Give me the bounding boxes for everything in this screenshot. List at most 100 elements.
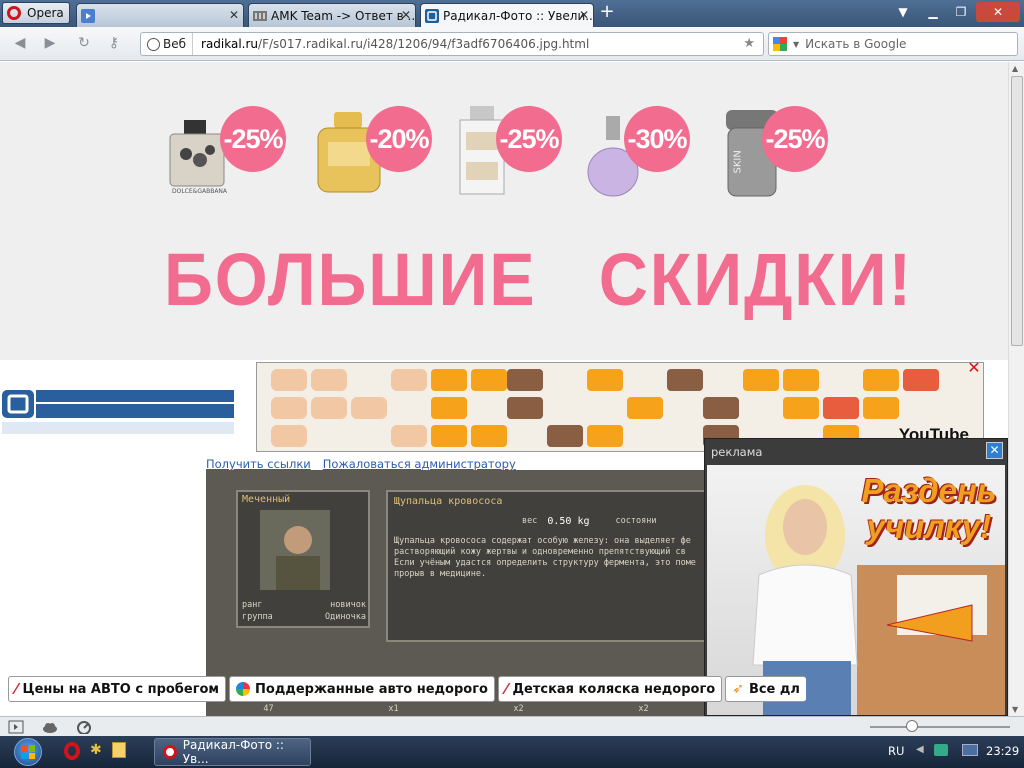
- tab-speed-dial[interactable]: ✕: [76, 3, 244, 27]
- minimize-button[interactable]: ▁: [920, 2, 946, 22]
- panel-toggle-icon[interactable]: [8, 720, 24, 734]
- scroll-up-arrow-icon[interactable]: ▲: [1012, 64, 1018, 73]
- group-value: Одиночка: [325, 612, 366, 622]
- ad-links-bar: ⁄ Цены на АВТО с пробегом Поддержанные а…: [0, 676, 806, 704]
- banner-headline: БОЛЬШИЕ СКИДКИ!: [164, 238, 913, 321]
- counter: 47: [263, 704, 274, 714]
- start-button[interactable]: [4, 736, 54, 768]
- tab-radikal-foto[interactable]: Радикал-Фото :: Увели... ✕: [420, 3, 594, 27]
- ad-icon: ➶: [732, 681, 744, 697]
- page-content: DOLCE&GABBANA -25% -20% -25% -30% SKIN -…: [0, 62, 1008, 716]
- reload-button[interactable]: ↻: [74, 35, 94, 53]
- address-scope-label: Веб: [163, 37, 187, 51]
- navigation-toolbar: ◀ ▶ ↻ ⚷ Веб radikal.ru/F/s017.radikal.ru…: [0, 27, 1024, 61]
- back-button[interactable]: ◀: [10, 35, 30, 53]
- folder-quicklaunch-icon[interactable]: [112, 742, 126, 758]
- rank-value: новичок: [330, 600, 366, 610]
- item-description: Щупальца кровососа содержат особую желез…: [394, 536, 696, 579]
- status-bar: [0, 716, 1024, 736]
- item-panel: Щупальца кровососа вес 0.50 kg состояни …: [386, 490, 706, 642]
- report-admin-link[interactable]: Пожаловаться администратору: [323, 457, 516, 471]
- opera-menu-label: Opera: [27, 6, 64, 20]
- get-links-link[interactable]: Получить ссылки: [206, 457, 311, 471]
- popup-ad[interactable]: реклама ✕ Раздень училку!: [704, 438, 1008, 716]
- tab-menu-arrow-icon[interactable]: ▼: [890, 2, 916, 22]
- radikal-foto-logo[interactable]: [0, 384, 240, 444]
- url-domain: radikal.ru: [201, 37, 259, 51]
- rank-row: ранг новичок: [242, 600, 366, 611]
- speed-dial-icon: [81, 8, 95, 23]
- popup-close-button[interactable]: ✕: [986, 442, 1003, 459]
- opera-menu-button[interactable]: Opera: [2, 2, 70, 24]
- turbo-gauge-icon[interactable]: [76, 720, 92, 734]
- windows-flag-icon: [21, 745, 35, 759]
- search-engine-arrow-icon[interactable]: ▼: [793, 40, 799, 49]
- tab-bar: Opera ✕ AMK Team -> Ответ в ... ✕ Радика…: [0, 0, 1024, 27]
- ad-link-label: Детская коляска недорого: [512, 681, 716, 697]
- tab-amk-team[interactable]: AMK Team -> Ответ в ... ✕: [248, 3, 416, 27]
- tab-close-icon[interactable]: ✕: [579, 8, 589, 22]
- skin-label: SKIN: [732, 150, 744, 174]
- url-text[interactable]: radikal.ru/F/s017.radikal.ru/i428/1206/9…: [193, 37, 589, 51]
- amk-favicon-icon: [253, 10, 267, 21]
- restore-button[interactable]: ❐: [948, 2, 974, 22]
- weight-row: вес 0.50 kg состояни: [522, 516, 656, 527]
- forward-button[interactable]: ▶: [40, 35, 60, 53]
- counter: x2: [513, 704, 524, 714]
- ad-link-label: Все дл: [748, 681, 800, 697]
- discount-badge: -25%: [220, 106, 286, 172]
- condition-label: состояни: [615, 516, 657, 526]
- windows-taskbar: ✱ Радикал-Фото :: Ув... RU ◀ 23:29: [0, 736, 1024, 768]
- taskbar-opera-window[interactable]: Радикал-Фото :: Ув...: [154, 738, 311, 766]
- scrollbar-thumb[interactable]: [1011, 76, 1023, 346]
- search-placeholder: Искать в Google: [805, 37, 907, 51]
- discount-badge: -20%: [366, 106, 432, 172]
- character-panel: Меченный ранг новичок группа Одиночка: [236, 490, 370, 628]
- new-tab-button[interactable]: +: [598, 3, 616, 22]
- zoom-slider-track[interactable]: [870, 726, 1010, 728]
- opera-unite-cloud-icon[interactable]: [42, 720, 58, 734]
- group-row: группа Одиночка: [242, 612, 366, 623]
- tab-title: AMK Team -> Ответ в ...: [271, 8, 416, 23]
- search-field[interactable]: ▼ Искать в Google: [768, 32, 1018, 56]
- discount-badge: -30%: [624, 106, 690, 172]
- ad-link-cheap-cars[interactable]: Поддержанные авто недорого: [229, 676, 495, 702]
- perfume-banner[interactable]: DOLCE&GABBANA -25% -20% -25% -30% SKIN -…: [0, 62, 1008, 360]
- tray-app-icon[interactable]: [934, 744, 948, 756]
- task-title: Радикал-Фото :: Ув...: [182, 738, 284, 766]
- zoom-slider-handle[interactable]: [906, 720, 918, 732]
- network-icon[interactable]: [962, 744, 978, 756]
- key-icon[interactable]: ⚷: [104, 35, 124, 53]
- tab-close-icon[interactable]: ✕: [401, 8, 411, 22]
- address-bar[interactable]: Веб radikal.ru/F/s017.radikal.ru/i428/12…: [140, 32, 764, 56]
- ad-close-icon[interactable]: ✕: [966, 360, 982, 377]
- vertical-scrollbar[interactable]: ▲ ▼: [1008, 62, 1024, 716]
- ad-link-stroller[interactable]: ⁄ Детская коляска недорого: [497, 676, 723, 702]
- bookmark-star-icon[interactable]: ★: [743, 36, 755, 51]
- ad-link-all[interactable]: ➶ Все дл: [725, 676, 806, 702]
- inventory-counters: 47 x1 x2 x2: [206, 704, 706, 716]
- brand-label: DOLCE&GABBANA: [172, 188, 228, 195]
- ad-icon: [236, 682, 251, 696]
- counter: x2: [638, 704, 649, 714]
- ad-link-used-cars[interactable]: ⁄ Цены на АВТО с пробегом: [8, 676, 227, 702]
- opera-quicklaunch-icon[interactable]: [64, 742, 80, 760]
- tab-close-icon[interactable]: ✕: [229, 8, 239, 22]
- address-scope[interactable]: Веб: [141, 33, 194, 55]
- ad-link-label: Цены на АВТО с пробегом: [22, 681, 220, 697]
- ad-icon: ⁄: [504, 680, 508, 698]
- close-window-button[interactable]: ✕: [976, 2, 1020, 22]
- opera-task-icon: [163, 745, 177, 759]
- language-indicator[interactable]: RU: [888, 744, 904, 758]
- url-path: /F/s017.radikal.ru/i428/1206/94/f3adf670…: [258, 37, 590, 51]
- image-links: Получить ссылки Пожаловаться администрат…: [206, 457, 516, 471]
- ad-link-label: Поддержанные авто недорого: [255, 681, 488, 697]
- quicklaunch-app-icon[interactable]: ✱: [90, 742, 102, 758]
- scroll-down-arrow-icon[interactable]: ▼: [1012, 705, 1018, 714]
- popup-ad-title: реклама: [711, 445, 763, 459]
- character-portrait: [260, 510, 330, 590]
- radikal-favicon-icon: [425, 8, 439, 23]
- google-icon: [773, 37, 787, 51]
- tray-expand-icon[interactable]: ◀: [916, 744, 924, 755]
- clock[interactable]: 23:29: [986, 744, 1019, 758]
